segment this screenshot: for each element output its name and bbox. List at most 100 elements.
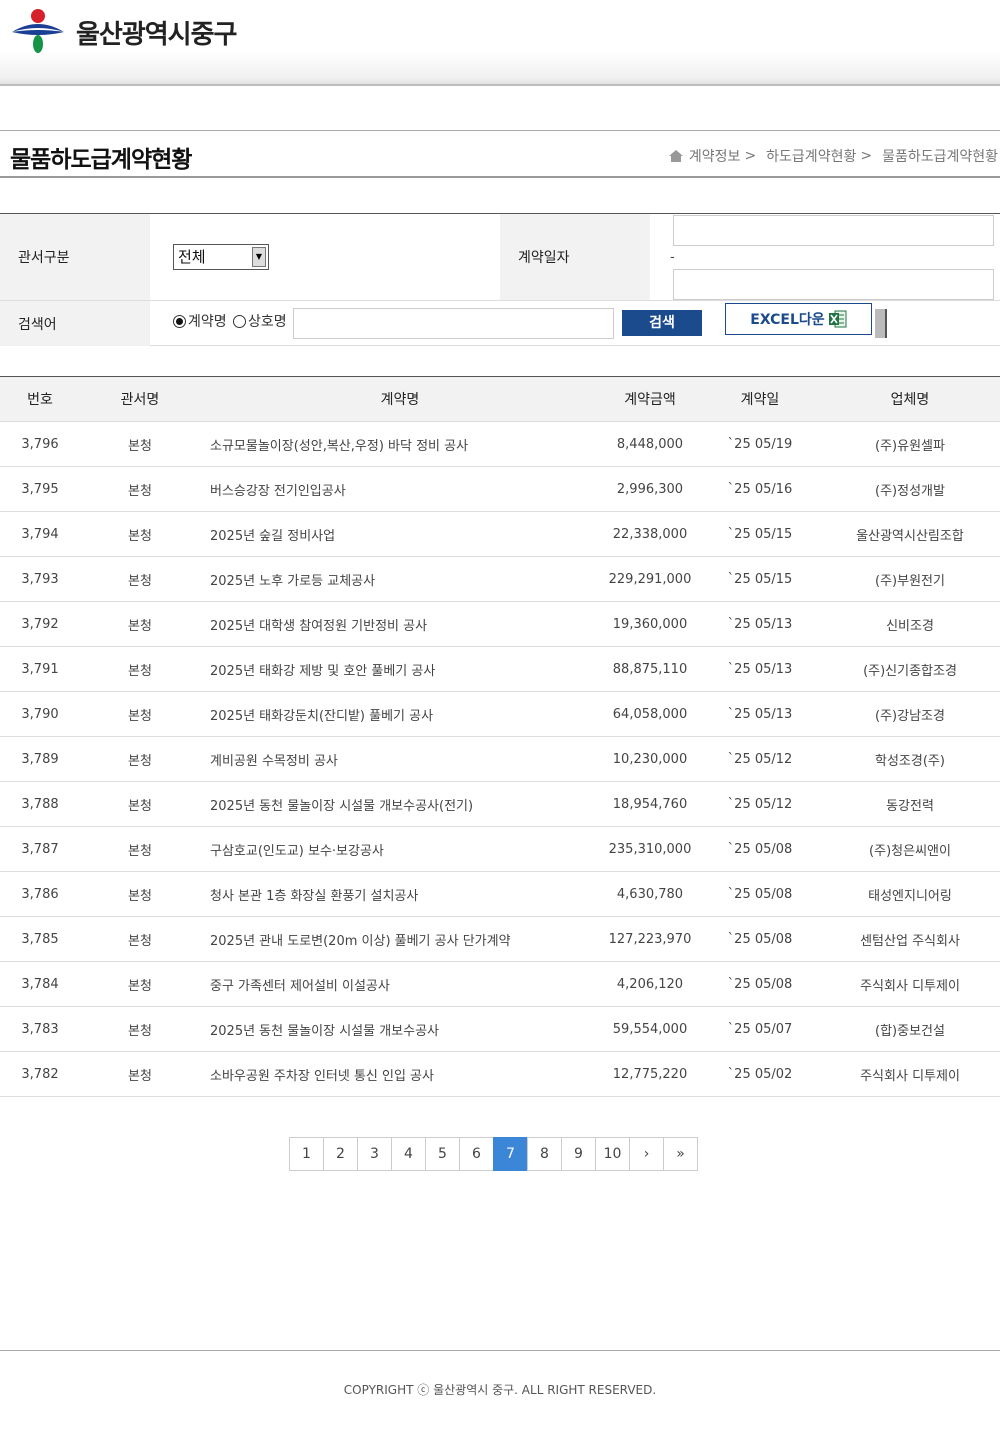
copyright-text: COPYRIGHT ⓒ 울산광역시 중구. ALL RIGHT RESERVED… xyxy=(343,1383,657,1397)
cell-contract-name[interactable]: 소규모물놀이장(성안,복산,우정) 바닥 정비 공사 xyxy=(200,421,600,467)
table-row[interactable]: 3,782 본청 소바우공원 주차장 인터넷 통신 인입 공사 12,775,220 `… xyxy=(0,1051,1000,1097)
cell-amount: 8,448,000 xyxy=(600,421,700,467)
site-name[interactable]: 울산광역시중구 xyxy=(76,14,237,51)
cell-contract-name[interactable]: 중구 가족센터 제어설비 이설공사 xyxy=(200,961,600,1007)
cell-contract-name[interactable]: 2025년 태화강둔치(잔디밭) 풀베기 공사 xyxy=(200,691,600,737)
scroll-tab[interactable] xyxy=(875,309,887,338)
cell-number: 3,791 xyxy=(0,646,80,692)
date-to-input[interactable] xyxy=(673,269,994,300)
keyword-input[interactable] xyxy=(293,308,614,339)
page-button-5[interactable]: 5 xyxy=(425,1137,460,1171)
excel-download-button[interactable]: EXCEL다운 xyxy=(725,303,872,335)
table-row[interactable]: 3,794 본청 2025년 숲길 정비사업 22,338,000 `25 05/15 울… xyxy=(0,511,1000,557)
radio-contract-name[interactable]: 계약명 xyxy=(173,311,227,331)
search-form: 관서구분 전체 ▼ 계약일자 - 검색어 계약명 상호명 검색 EXCEL다운 xyxy=(0,213,1000,346)
cell-company: 학성조경(주) xyxy=(820,736,1000,782)
cell-contract-name[interactable]: 2025년 대학생 참여정원 기반정비 공사 xyxy=(200,601,600,647)
date-from-input[interactable] xyxy=(673,215,994,246)
cell-contract-name[interactable]: 버스승강장 전기인입공사 xyxy=(200,466,600,512)
cell-amount: 88,875,110 xyxy=(600,646,700,692)
cell-number: 3,788 xyxy=(0,781,80,827)
chevron-down-icon[interactable]: ▼ xyxy=(252,247,266,267)
page-button-9[interactable]: 9 xyxy=(561,1137,596,1171)
cell-company: 주식회사 디투제이 xyxy=(820,961,1000,1007)
table-row[interactable]: 3,785 본청 2025년 관내 도로변(20m 이상) 풀베기 공사 단가계약 1… xyxy=(0,916,1000,962)
table-row[interactable]: 3,787 본청 구삼호교(인도교) 보수·보강공사 235,310,000 `25 0… xyxy=(0,826,1000,872)
cell-company: 태성엔지니어링 xyxy=(820,871,1000,917)
cell-amount: 10,230,000 xyxy=(600,736,700,782)
cell-number: 3,796 xyxy=(0,421,80,467)
cell-date: `25 05/12 xyxy=(700,781,820,827)
contract-table: 번호 관서명 계약명 계약금액 계약일 업체명 3,796 본청 소규모물놀이장(성… xyxy=(0,376,1000,1097)
page-button-1[interactable]: 1 xyxy=(289,1137,324,1171)
cell-office: 본청 xyxy=(80,466,200,512)
district-logo-icon[interactable] xyxy=(10,8,66,54)
page-button-8[interactable]: 8 xyxy=(527,1137,562,1171)
cell-amount: 59,554,000 xyxy=(600,1006,700,1052)
cell-office: 본청 xyxy=(80,736,200,782)
cell-contract-name[interactable]: 계비공원 수목정비 공사 xyxy=(200,736,600,782)
table-row[interactable]: 3,792 본청 2025년 대학생 참여정원 기반정비 공사 19,360,000 `… xyxy=(0,601,1000,647)
cell-contract-name[interactable]: 2025년 숲길 정비사업 xyxy=(200,511,600,557)
page-button-2[interactable]: 2 xyxy=(323,1137,358,1171)
cell-contract-name[interactable]: 구삼호교(인도교) 보수·보강공사 xyxy=(200,826,600,872)
radio-company-name[interactable]: 상호명 xyxy=(233,311,287,331)
home-icon[interactable] xyxy=(668,150,683,162)
cell-contract-name[interactable]: 소바우공원 주차장 인터넷 통신 인입 공사 xyxy=(200,1051,600,1097)
search-button[interactable]: 검색 xyxy=(622,310,702,336)
table-row[interactable]: 3,796 본청 소규모물놀이장(성안,복산,우정) 바닥 정비 공사 8,448,0… xyxy=(0,421,1000,467)
column-header-date: 계약일 xyxy=(700,376,820,422)
table-row[interactable]: 3,784 본청 중구 가족센터 제어설비 이설공사 4,206,120 `25 05/… xyxy=(0,961,1000,1007)
table-row[interactable]: 3,795 본청 버스승강장 전기인입공사 2,996,300 `25 05/16 (주)… xyxy=(0,466,1000,512)
cell-number: 3,794 xyxy=(0,511,80,557)
cell-date: `25 05/19 xyxy=(700,421,820,467)
cell-contract-name[interactable]: 2025년 동천 물놀이장 시설물 개보수공사(전기) xyxy=(200,781,600,827)
radio-unchecked-icon[interactable] xyxy=(233,314,246,328)
breadcrumb-item-contract-info[interactable]: 계약정보 xyxy=(689,146,741,166)
cell-contract-name[interactable]: 2025년 동천 물놀이장 시설물 개보수공사 xyxy=(200,1006,600,1052)
page-button-6[interactable]: 6 xyxy=(459,1137,494,1171)
table-row[interactable]: 3,783 본청 2025년 동천 물놀이장 시설물 개보수공사 59,554,000… xyxy=(0,1006,1000,1052)
footer: COPYRIGHT ⓒ 울산광역시 중구. ALL RIGHT RESERVED… xyxy=(0,1350,1000,1452)
cell-date: `25 05/13 xyxy=(700,601,820,647)
radio-checked-icon[interactable] xyxy=(173,314,186,328)
cell-amount: 2,996,300 xyxy=(600,466,700,512)
table-row[interactable]: 3,789 본청 계비공원 수목정비 공사 10,230,000 `25 05/12 학성… xyxy=(0,736,1000,782)
site-header: 울산광역시중구 xyxy=(0,0,1000,86)
cell-office: 본청 xyxy=(80,961,200,1007)
breadcrumb-item-subcontract[interactable]: 하도급계약현황 xyxy=(766,146,856,166)
table-row[interactable]: 3,786 본청 청사 본관 1층 화장실 환풍기 설치공사 4,630,780 `25… xyxy=(0,871,1000,917)
cell-company: 동강전력 xyxy=(820,781,1000,827)
page-button-7[interactable]: 7 xyxy=(493,1137,528,1171)
cell-company: (주)청은씨앤이 xyxy=(820,826,1000,872)
cell-contract-name[interactable]: 2025년 태화강 제방 및 호안 풀베기 공사 xyxy=(200,646,600,692)
excel-icon xyxy=(828,310,847,328)
cell-contract-name[interactable]: 청사 본관 1층 화장실 환풍기 설치공사 xyxy=(200,871,600,917)
table-row[interactable]: 3,793 본청 2025년 노후 가로등 교체공사 229,291,000 `25 0… xyxy=(0,556,1000,602)
cell-office: 본청 xyxy=(80,871,200,917)
table-row[interactable]: 3,790 본청 2025년 태화강둔치(잔디밭) 풀베기 공사 64,058,000… xyxy=(0,691,1000,737)
page-button-3[interactable]: 3 xyxy=(357,1137,392,1171)
cell-amount: 18,954,760 xyxy=(600,781,700,827)
table-row[interactable]: 3,788 본청 2025년 동천 물놀이장 시설물 개보수공사(전기) 18,954… xyxy=(0,781,1000,827)
last-page-icon[interactable]: » xyxy=(663,1137,698,1171)
page-button-10[interactable]: 10 xyxy=(595,1137,630,1171)
cell-office: 본청 xyxy=(80,781,200,827)
column-header-amount: 계약금액 xyxy=(600,376,700,422)
cell-company: (주)정성개발 xyxy=(820,466,1000,512)
breadcrumb: 계약정보 > 하도급계약현황 > 물품하도급계약현황 xyxy=(668,146,998,166)
cell-amount: 235,310,000 xyxy=(600,826,700,872)
table-row[interactable]: 3,791 본청 2025년 태화강 제방 및 호안 풀베기 공사 88,875,11… xyxy=(0,646,1000,692)
cell-amount: 4,206,120 xyxy=(600,961,700,1007)
cell-contract-name[interactable]: 2025년 노후 가로등 교체공사 xyxy=(200,556,600,602)
cell-amount: 19,360,000 xyxy=(600,601,700,647)
cell-contract-name[interactable]: 2025년 관내 도로변(20m 이상) 풀베기 공사 단가계약 xyxy=(200,916,600,962)
next-page-icon[interactable]: › xyxy=(629,1137,664,1171)
page-title: 물품하도급계약현황 xyxy=(10,147,192,173)
cell-office: 본청 xyxy=(80,1006,200,1052)
cell-number: 3,789 xyxy=(0,736,80,782)
page-button-4[interactable]: 4 xyxy=(391,1137,426,1171)
office-select[interactable]: 전체 ▼ xyxy=(173,244,269,270)
cell-date: `25 05/15 xyxy=(700,511,820,557)
cell-number: 3,782 xyxy=(0,1051,80,1097)
